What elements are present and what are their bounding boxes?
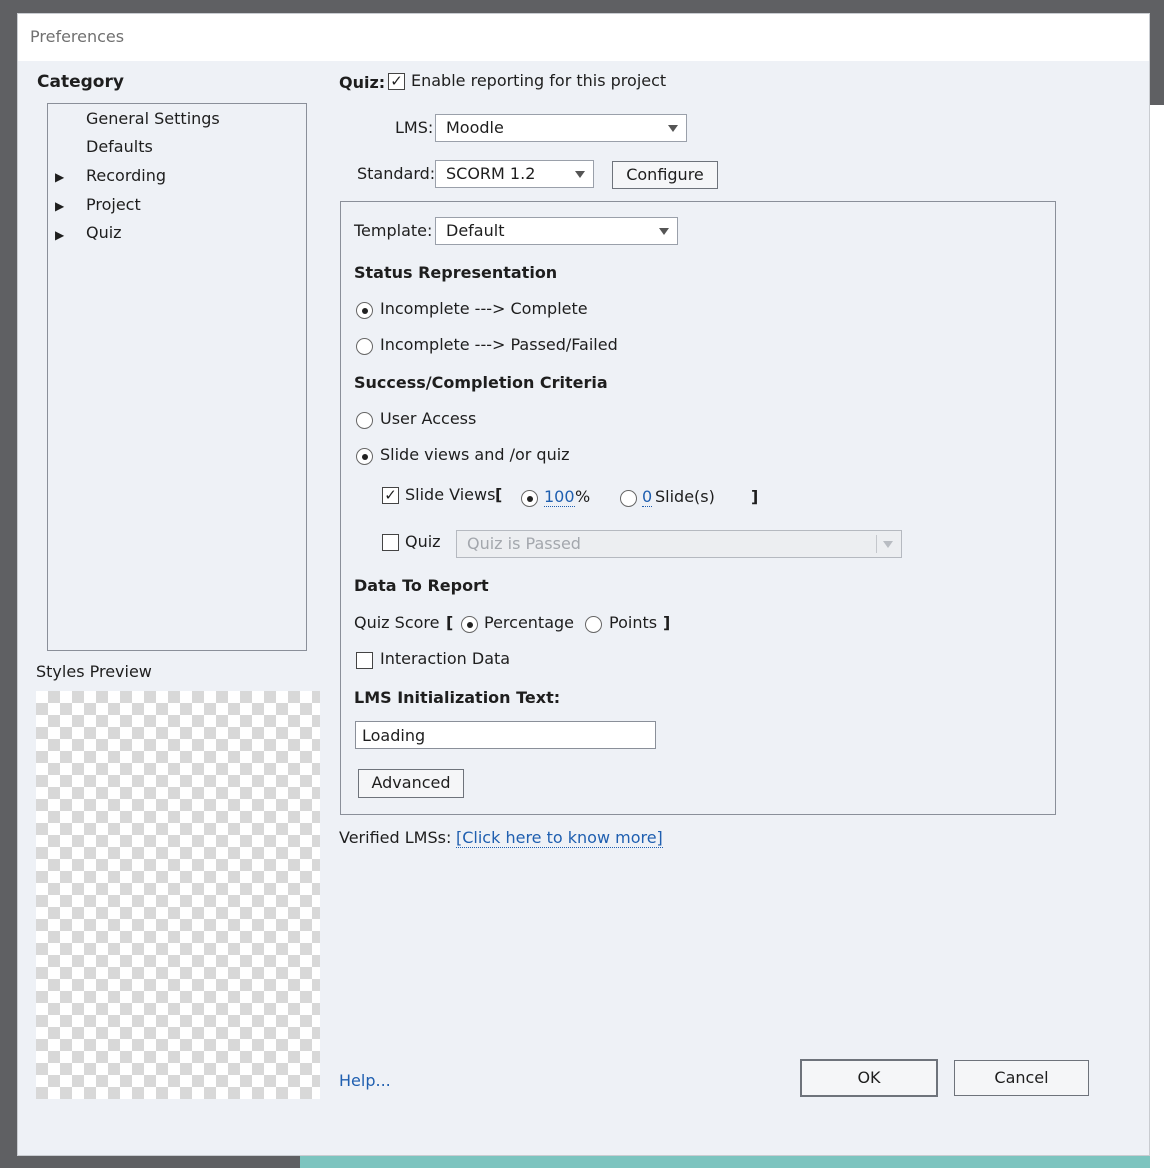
category-item-label: General Settings — [86, 109, 220, 128]
criteria-option-label: Slide views and /or quiz — [380, 445, 570, 464]
status-option-label: Incomplete ---> Complete — [380, 299, 588, 318]
expand-triangle-icon[interactable]: ▶ — [55, 199, 64, 213]
dropdown-separator — [876, 535, 877, 553]
interaction-data-label: Interaction Data — [380, 649, 511, 668]
interaction-data-checkbox[interactable] — [356, 652, 373, 669]
init-text-heading: LMS Initialization Text: — [354, 688, 561, 707]
category-item-label: Defaults — [86, 137, 153, 156]
init-text-input[interactable] — [356, 722, 655, 748]
slides-label: Slide(s) — [655, 487, 715, 506]
quiz-score-points-radio[interactable] — [585, 616, 602, 633]
chevron-down-icon — [883, 541, 893, 548]
category-item-label: Quiz — [86, 223, 122, 242]
quiz-score-label: Quiz Score — [354, 613, 440, 632]
status-option-label: Incomplete ---> Passed/Failed — [380, 335, 618, 354]
verified-lms-label: Verified LMSs: — [339, 828, 452, 847]
help-link[interactable]: Help... — [339, 1071, 391, 1090]
lms-value: Moodle — [446, 118, 504, 137]
quiz-label: Quiz: — [339, 73, 386, 92]
status-heading: Status Representation — [354, 263, 558, 282]
lms-dropdown[interactable]: Moodle — [435, 114, 687, 142]
status-incomplete-passed-failed-radio[interactable] — [356, 338, 373, 355]
slide-views-checkbox[interactable]: ✓ — [382, 487, 399, 504]
standard-value: SCORM 1.2 — [446, 164, 536, 183]
standard-dropdown[interactable]: SCORM 1.2 — [435, 160, 594, 188]
category-item-quiz[interactable]: Quiz — [86, 223, 122, 242]
close-bracket: ] — [663, 613, 671, 632]
quiz-score-percentage-radio[interactable] — [461, 616, 478, 633]
slide-views-percent-value[interactable]: 100 — [544, 487, 575, 507]
data-to-report-heading: Data To Report — [354, 576, 489, 595]
enable-reporting-checkbox[interactable]: ✓ — [388, 73, 405, 90]
user-access-radio[interactable] — [356, 412, 373, 429]
criteria-option-label: User Access — [380, 409, 477, 428]
quiz-criteria-dropdown[interactable]: Quiz is Passed — [456, 530, 902, 558]
chevron-down-icon — [668, 125, 678, 132]
preferences-dialog: Preferences Category General Settings De… — [17, 13, 1150, 1156]
percentage-label: Percentage — [484, 613, 575, 632]
open-bracket: [ — [495, 485, 503, 504]
category-heading: Category — [37, 72, 124, 92]
configure-button[interactable]: Configure — [612, 161, 718, 189]
category-item-general-settings[interactable]: General Settings — [86, 109, 220, 128]
ok-button[interactable]: OK — [800, 1059, 938, 1097]
standard-label: Standard: — [357, 164, 436, 183]
init-text-field[interactable] — [355, 721, 656, 749]
category-item-recording[interactable]: Recording — [86, 166, 166, 185]
slide-views-count-value[interactable]: 0 — [642, 487, 653, 507]
cancel-button[interactable]: Cancel — [954, 1060, 1089, 1096]
template-label: Template: — [354, 221, 433, 240]
title-bar[interactable]: Preferences — [18, 14, 1149, 61]
close-bracket: ] — [751, 487, 759, 506]
styles-preview-canvas — [36, 691, 320, 1099]
quiz-criteria-value: Quiz is Passed — [467, 534, 581, 553]
lms-label: LMS: — [395, 118, 434, 137]
category-item-defaults[interactable]: Defaults — [86, 137, 153, 156]
styles-preview-label: Styles Preview — [36, 662, 152, 681]
category-tree[interactable]: General Settings Defaults ▶ Recording ▶ … — [47, 103, 307, 651]
open-bracket: [ — [446, 613, 454, 632]
status-incomplete-complete-radio[interactable] — [356, 302, 373, 319]
expand-triangle-icon[interactable]: ▶ — [55, 170, 64, 184]
slide-views-percent-radio[interactable] — [521, 490, 538, 507]
chevron-down-icon — [575, 171, 585, 178]
slide-views-label: Slide Views — [405, 485, 496, 504]
slide-views-or-quiz-radio[interactable] — [356, 448, 373, 465]
expand-triangle-icon[interactable]: ▶ — [55, 228, 64, 242]
enable-reporting-label: Enable reporting for this project — [411, 71, 667, 90]
category-item-label: Project — [86, 195, 141, 214]
quiz-criteria-label: Quiz — [405, 532, 441, 551]
slide-views-count-radio[interactable] — [620, 490, 637, 507]
quiz-criteria-checkbox[interactable] — [382, 534, 399, 551]
template-dropdown[interactable]: Default — [435, 217, 678, 245]
verified-lms-link[interactable]: [Click here to know more] — [456, 828, 663, 848]
percent-symbol: % — [575, 487, 591, 506]
window-title: Preferences — [30, 27, 125, 46]
category-item-project[interactable]: Project — [86, 195, 141, 214]
chevron-down-icon — [659, 228, 669, 235]
category-item-label: Recording — [86, 166, 167, 185]
points-label: Points — [609, 613, 658, 632]
criteria-heading: Success/Completion Criteria — [354, 373, 608, 392]
background-app-strip — [1150, 105, 1164, 1168]
advanced-button[interactable]: Advanced — [358, 769, 464, 798]
template-value: Default — [446, 221, 505, 240]
